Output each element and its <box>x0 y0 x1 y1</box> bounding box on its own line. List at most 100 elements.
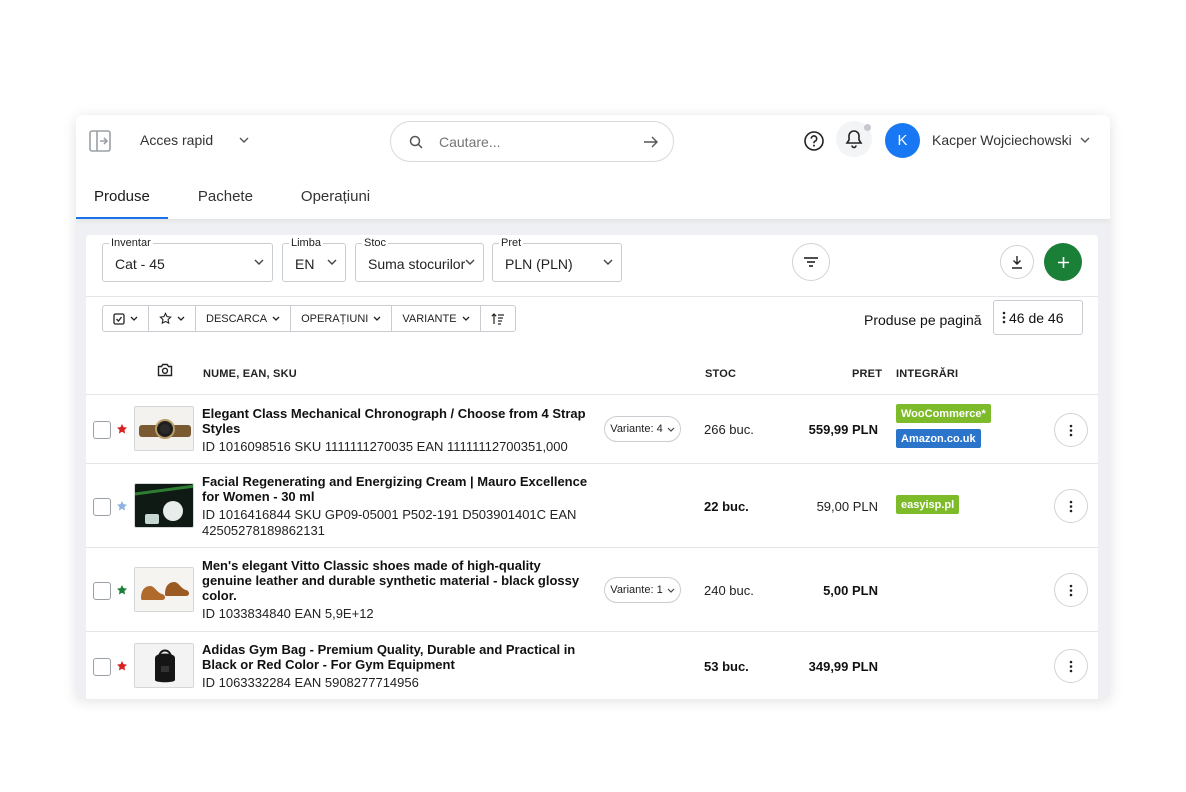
row-actions-button[interactable] <box>1054 649 1088 683</box>
quick-access-label: Acces rapid <box>140 132 214 148</box>
operations-label: OPERAȚIUNI <box>301 312 369 325</box>
app-window: Acces rapid K Kacper Wojciechowski Produ… <box>76 115 1110 699</box>
camera-icon <box>157 363 173 380</box>
product-name[interactable]: Facial Regenerating and Energizing Cream… <box>202 474 592 504</box>
chevron-down-icon <box>465 259 475 265</box>
more-vertical-icon <box>1069 500 1073 512</box>
language-value: EN <box>295 256 315 272</box>
chevron-down-icon <box>239 137 249 143</box>
integration-badge-easyisp[interactable]: easyisp.pl <box>896 495 960 514</box>
column-header-stock[interactable]: STOC <box>705 368 736 380</box>
product-thumbnail[interactable] <box>134 643 194 688</box>
main-tabs: Produse Pachete Operațiuni <box>76 177 388 219</box>
tab-products[interactable]: Produse <box>76 177 168 219</box>
download-icon <box>1012 256 1022 269</box>
notifications-button[interactable] <box>836 121 872 157</box>
download-button[interactable] <box>1000 245 1034 279</box>
inventory-value: Cat - 45 <box>115 256 165 272</box>
per-page-value: 46 de 46 <box>1009 309 1064 326</box>
variants-label: VARIANTE <box>402 312 457 325</box>
row-checkbox[interactable] <box>93 421 111 439</box>
product-ids: ID 1063332284 EAN 5908277714956 <box>202 675 419 690</box>
variants-count: Variante: 1 <box>610 584 663 596</box>
table-row: Men's elegant Vitto Classic shoes made o… <box>86 547 1098 631</box>
exit-icon[interactable] <box>88 129 112 153</box>
price-value: 59,00 PLN <box>816 499 878 514</box>
column-header-name[interactable]: NUME, EAN, SKU <box>203 368 297 380</box>
products-panel: Inventar Cat - 45 Limba EN Stoc Suma sto… <box>86 235 1098 699</box>
language-select[interactable]: Limba EN <box>282 237 346 282</box>
sort-icon <box>490 312 504 325</box>
chevron-down-icon <box>462 316 470 321</box>
tab-operations[interactable]: Operațiuni <box>283 177 388 219</box>
price-value: PLN (PLN) <box>505 256 573 272</box>
column-header-integrations: INTEGRĂRI <box>896 368 959 380</box>
quick-access-menu[interactable]: Acces rapid <box>140 132 249 148</box>
star-icon[interactable] <box>116 660 128 674</box>
avatar[interactable]: K <box>885 123 920 158</box>
stock-value: 266 buc. <box>704 422 754 437</box>
star-icon[interactable] <box>116 423 128 437</box>
inventory-select[interactable]: Inventar Cat - 45 <box>102 237 273 282</box>
variants-dropdown[interactable]: VARIANTE <box>391 306 479 331</box>
variants-button[interactable]: Variante: 1 <box>604 577 681 603</box>
bulk-toolbar: DESCARCA OPERAȚIUNI VARIANTE <box>102 305 516 332</box>
sort-button[interactable] <box>479 306 515 331</box>
row-actions-button[interactable] <box>1054 573 1088 607</box>
variants-count: Variante: 4 <box>610 423 663 435</box>
star-dropdown[interactable] <box>148 306 195 331</box>
product-name[interactable]: Elegant Class Mechanical Chronograph / C… <box>202 406 592 436</box>
column-header-price[interactable]: PRET <box>852 368 882 380</box>
price-value: 5,00 PLN <box>823 583 878 598</box>
operations-dropdown[interactable]: OPERAȚIUNI <box>290 306 391 331</box>
more-vertical-icon <box>1069 660 1073 672</box>
per-page-label: Produse pe pagină <box>864 312 982 328</box>
stock-select[interactable]: Stoc Suma stocurilor <box>355 237 484 282</box>
row-checkbox[interactable] <box>93 582 111 600</box>
checkbox-icon <box>113 312 125 325</box>
search-input[interactable] <box>439 133 643 150</box>
table-row: Adidas Gym Bag - Premium Quality, Durabl… <box>86 631 1098 699</box>
arrow-right-icon[interactable] <box>643 136 659 148</box>
stock-value: 53 buc. <box>704 659 749 674</box>
more-vertical-icon <box>1069 584 1073 596</box>
stock-value: Suma stocurilor <box>368 256 466 272</box>
filter-button[interactable] <box>792 243 830 281</box>
price-value: 559,99 PLN <box>808 422 878 437</box>
product-thumbnail[interactable] <box>134 483 194 528</box>
row-checkbox[interactable] <box>93 498 111 516</box>
chevron-down-icon <box>254 259 264 265</box>
product-name[interactable]: Adidas Gym Bag - Premium Quality, Durabl… <box>202 642 592 672</box>
star-icon[interactable] <box>116 584 128 598</box>
price-value: 349,99 PLN <box>808 659 878 674</box>
price-select[interactable]: Pret PLN (PLN) <box>492 237 622 282</box>
filter-icon <box>804 257 818 267</box>
star-outline-icon <box>159 312 172 325</box>
chevron-down-icon <box>327 259 337 265</box>
vertical-dots-icon <box>1002 311 1006 324</box>
row-actions-button[interactable] <box>1054 413 1088 447</box>
help-icon[interactable] <box>803 130 825 152</box>
variants-button[interactable]: Variante: 4 <box>604 416 681 442</box>
chevron-down-icon <box>603 259 613 265</box>
integration-badge-amazon[interactable]: Amazon.co.uk <box>896 429 981 448</box>
add-product-button[interactable] <box>1044 243 1082 281</box>
select-all-dropdown[interactable] <box>103 306 148 331</box>
stock-value: 22 buc. <box>704 499 749 514</box>
row-actions-button[interactable] <box>1054 489 1088 523</box>
notification-dot <box>864 124 871 131</box>
product-thumbnail[interactable] <box>134 567 194 612</box>
tab-packages[interactable]: Pachete <box>180 177 271 219</box>
per-page-select[interactable]: 46 de 46 <box>993 300 1083 335</box>
chevron-down-icon <box>177 316 185 321</box>
star-icon[interactable] <box>116 500 128 514</box>
language-label: Limba <box>289 237 323 249</box>
chevron-down-icon <box>667 427 675 432</box>
product-name[interactable]: Men's elegant Vitto Classic shoes made o… <box>202 558 592 603</box>
chevron-down-icon <box>272 316 280 321</box>
user-menu[interactable]: Kacper Wojciechowski <box>932 132 1090 148</box>
row-checkbox[interactable] <box>93 658 111 676</box>
download-dropdown[interactable]: DESCARCA <box>195 306 290 331</box>
product-thumbnail[interactable] <box>134 406 194 451</box>
integration-badge-woocommerce[interactable]: WooCommerce* <box>896 404 991 423</box>
